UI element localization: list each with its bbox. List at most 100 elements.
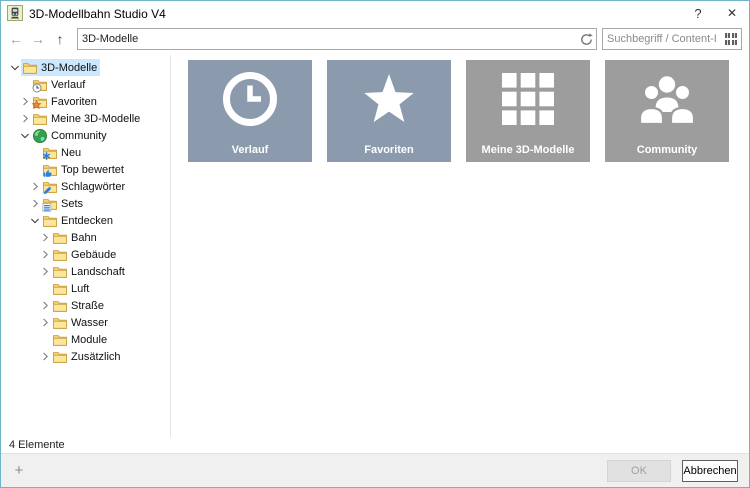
tree-item-content[interactable]: Schlagwörter bbox=[41, 178, 128, 195]
tree-item-label: Top bewertet bbox=[61, 163, 124, 176]
tree-item-content[interactable]: Bahn bbox=[51, 229, 100, 246]
up-button[interactable]: ↑ bbox=[49, 28, 71, 50]
tree-item-label: Favoriten bbox=[51, 95, 97, 108]
search-input[interactable] bbox=[603, 30, 721, 48]
search-bar bbox=[602, 28, 742, 50]
chevron-right-icon[interactable] bbox=[29, 198, 41, 210]
tree-item-content[interactable]: Community bbox=[31, 127, 110, 144]
tree-item[interactable]: Schlagwörter bbox=[1, 178, 170, 195]
tree-item-content[interactable]: Wasser bbox=[51, 314, 111, 331]
tile-community[interactable]: Community bbox=[605, 60, 729, 162]
element-count: 4 Elemente bbox=[9, 439, 65, 451]
tree-item-label: Neu bbox=[61, 146, 82, 159]
tile-grid: Verlauf Favoriten Meine 3D-Modelle Communit… bbox=[171, 55, 749, 437]
tree-item[interactable]: Top bewertet bbox=[1, 161, 170, 178]
tree-item-content[interactable]: Module bbox=[51, 331, 110, 348]
address-input[interactable] bbox=[78, 30, 576, 48]
ok-button[interactable]: OK bbox=[607, 459, 671, 482]
tree-item[interactable]: Gebäude bbox=[1, 246, 170, 263]
tree-item[interactable]: Bahn bbox=[1, 229, 170, 246]
tree-item[interactable]: Entdecken bbox=[1, 212, 170, 229]
tree-item-content[interactable]: Sets bbox=[41, 195, 86, 212]
tree-item-label: Module bbox=[71, 333, 108, 346]
chevron-right-icon[interactable] bbox=[39, 232, 51, 244]
tile-verlauf[interactable]: Verlauf bbox=[188, 60, 312, 162]
tree-item-label: Entdecken bbox=[61, 214, 113, 227]
tree-item-label: Straße bbox=[71, 299, 105, 312]
tree-item[interactable]: Wasser bbox=[1, 314, 170, 331]
tree-item[interactable]: 3D-Modelle bbox=[1, 59, 170, 76]
chevron-right-icon[interactable] bbox=[39, 351, 51, 363]
cancel-button[interactable]: Abbrechen bbox=[682, 459, 738, 482]
back-button[interactable]: ← bbox=[5, 28, 27, 50]
chevron-right-icon[interactable] bbox=[19, 113, 31, 125]
chevron-down-icon[interactable] bbox=[29, 215, 41, 227]
tree-item-content[interactable]: Straße bbox=[51, 297, 107, 314]
address-bar bbox=[77, 28, 597, 50]
tree-item[interactable]: Zusätzlich bbox=[1, 348, 170, 365]
chevron-right-icon[interactable] bbox=[39, 300, 51, 312]
tree-item-content[interactable]: Meine 3D-Modelle bbox=[31, 110, 143, 127]
chevron-right-icon[interactable] bbox=[39, 249, 51, 261]
folder-icon bbox=[52, 298, 68, 314]
folder-icon bbox=[52, 264, 68, 280]
tree-item-content[interactable]: 3D-Modelle bbox=[21, 59, 101, 76]
chevron-right-icon[interactable] bbox=[19, 96, 31, 108]
people-icon bbox=[605, 60, 729, 138]
folder-icon bbox=[52, 230, 68, 246]
tree-item-label: Wasser bbox=[71, 316, 108, 329]
tree-item-content[interactable]: Favoriten bbox=[31, 93, 100, 110]
tree-item[interactable]: Meine 3D-Modelle bbox=[1, 110, 170, 127]
tree-item[interactable]: Favoriten bbox=[1, 93, 170, 110]
tile-label: Verlauf bbox=[231, 144, 269, 156]
footer: + OK Abbrechen bbox=[1, 453, 749, 487]
main-area: 3D-Modelle Verlauf Favoriten Meine 3D-Model… bbox=[1, 55, 749, 437]
tile-favoriten[interactable]: Favoriten bbox=[327, 60, 451, 162]
folder-icon bbox=[52, 281, 68, 297]
star-icon bbox=[327, 60, 451, 138]
tree-item[interactable]: Landschaft bbox=[1, 263, 170, 280]
chevron-down-icon[interactable] bbox=[9, 62, 21, 74]
tree-item[interactable]: Neu bbox=[1, 144, 170, 161]
tree-item-content[interactable]: Luft bbox=[51, 280, 92, 297]
tree-item[interactable]: Sets bbox=[1, 195, 170, 212]
tree-item-content[interactable]: Verlauf bbox=[31, 76, 88, 93]
tree-item[interactable]: Community bbox=[1, 127, 170, 144]
forward-button[interactable]: → bbox=[27, 28, 49, 50]
tree-item-content[interactable]: Entdecken bbox=[41, 212, 116, 229]
folder-star-icon bbox=[32, 94, 48, 110]
grid-view-icon[interactable] bbox=[721, 29, 741, 49]
globe-icon bbox=[32, 128, 48, 144]
chevron-right-icon[interactable] bbox=[39, 266, 51, 278]
folder-icon bbox=[22, 60, 38, 76]
tree-item-content[interactable]: Zusätzlich bbox=[51, 348, 124, 365]
tree-item[interactable]: Straße bbox=[1, 297, 170, 314]
folder-icon bbox=[52, 349, 68, 365]
tree-item-label: Community bbox=[51, 129, 107, 142]
help-button[interactable]: ? bbox=[681, 1, 715, 25]
grid9-icon bbox=[466, 60, 590, 138]
folder-icon bbox=[52, 247, 68, 263]
tree-item[interactable]: Verlauf bbox=[1, 76, 170, 93]
tree-item-content[interactable]: Neu bbox=[41, 144, 84, 161]
refresh-icon[interactable] bbox=[576, 29, 596, 49]
tree-item-label: Schlagwörter bbox=[61, 180, 126, 193]
folder-list-icon bbox=[42, 196, 58, 212]
titlebar: 3D-Modellbahn Studio V4 ? ✕ bbox=[1, 1, 749, 25]
tree-item[interactable]: Luft bbox=[1, 280, 170, 297]
chevron-down-icon[interactable] bbox=[19, 130, 31, 142]
folder-icon bbox=[32, 111, 48, 127]
tree-item-content[interactable]: Landschaft bbox=[51, 263, 128, 280]
tree: 3D-Modelle Verlauf Favoriten Meine 3D-Model… bbox=[1, 55, 171, 437]
tree-item-label: Zusätzlich bbox=[71, 350, 121, 363]
folder-icon bbox=[52, 332, 68, 348]
chevron-right-icon[interactable] bbox=[39, 317, 51, 329]
add-button[interactable]: + bbox=[7, 459, 31, 483]
tree-item[interactable]: Module bbox=[1, 331, 170, 348]
tile-meine-3d-modelle[interactable]: Meine 3D-Modelle bbox=[466, 60, 590, 162]
chevron-right-icon[interactable] bbox=[29, 181, 41, 193]
tree-item-content[interactable]: Top bewertet bbox=[41, 161, 127, 178]
tree-item-content[interactable]: Gebäude bbox=[51, 246, 119, 263]
chevron-placeholder bbox=[29, 164, 41, 176]
close-button[interactable]: ✕ bbox=[715, 1, 749, 25]
